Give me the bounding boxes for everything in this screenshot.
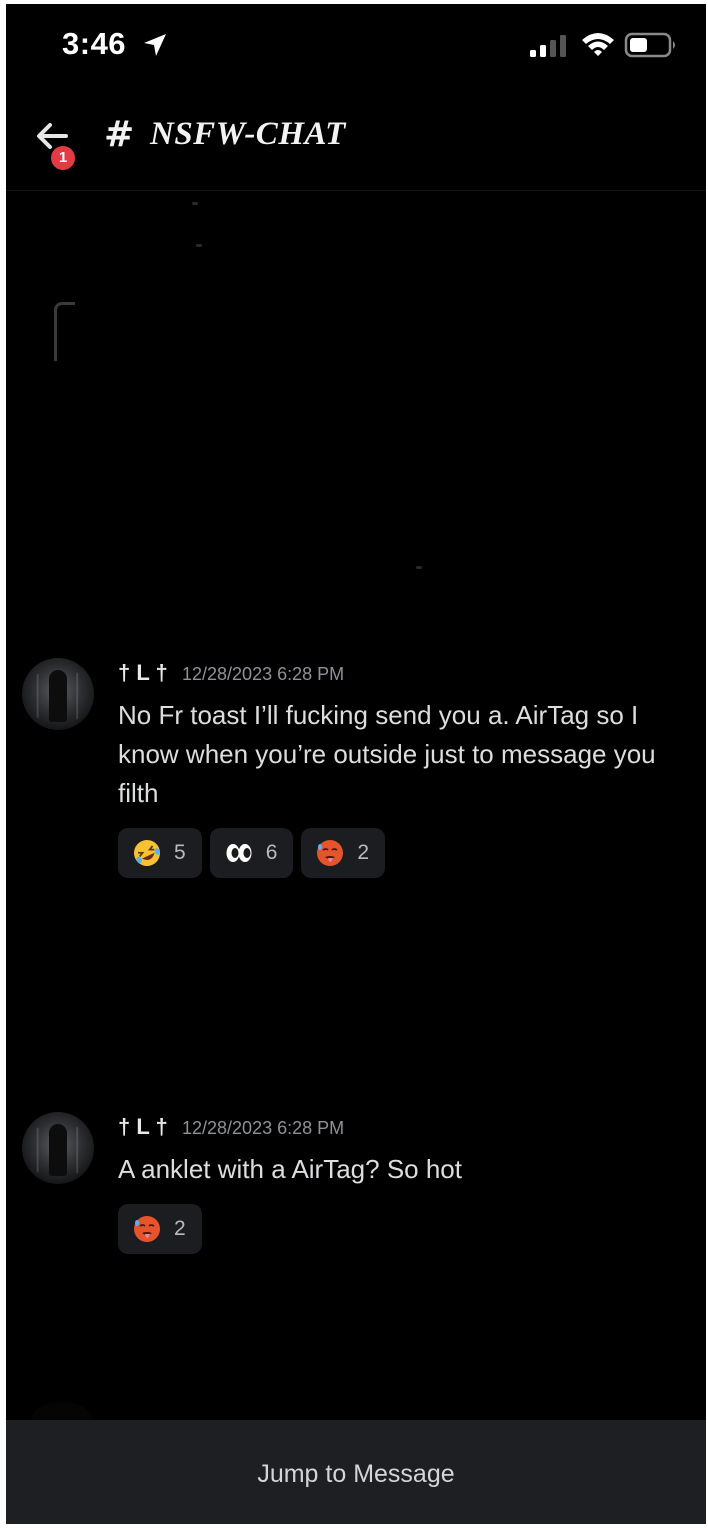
- channel-name[interactable]: NSFW-CHAT: [150, 116, 346, 153]
- reaction-count: 6: [265, 841, 278, 864]
- redacted-area-mark: [192, 202, 198, 205]
- channel-header: 1 # NSFW-CHAT: [6, 100, 706, 191]
- chat-screen: 3:46 1 # NSFW-CHAT † L † 12/28/2023 6:28…: [6, 4, 706, 1524]
- reaction-chip[interactable]: 2: [118, 1204, 202, 1254]
- message-timestamp: 12/28/2023 6:28 PM: [182, 1118, 345, 1138]
- reaction-count: 5: [174, 841, 186, 864]
- reaction-list: 2: [118, 1204, 202, 1254]
- battery-icon: [624, 32, 675, 58]
- chat-message[interactable]: † L † 12/28/2023 6:28 PM No Fr toast I’l…: [6, 658, 706, 888]
- reaction-count: 2: [174, 1217, 186, 1240]
- redacted-area-corner: [54, 302, 75, 361]
- reaction-chip[interactable]: 5: [118, 828, 202, 878]
- reaction-count: 2: [357, 841, 370, 864]
- status-bar: 3:46: [6, 4, 706, 90]
- avatar[interactable]: [22, 658, 94, 730]
- wifi-icon: [582, 33, 614, 56]
- message-text: A anklet with a AirTag? So hot: [118, 1154, 462, 1184]
- channel-hash-icon: #: [104, 114, 135, 155]
- notification-badge: 1: [48, 143, 78, 173]
- hot-face-icon: [134, 1216, 160, 1242]
- hot-face-icon: [317, 840, 344, 866]
- jump-to-message-button[interactable]: Jump to Message: [6, 1420, 706, 1524]
- message-author[interactable]: † L †: [118, 660, 168, 686]
- message-author[interactable]: † L †: [118, 1114, 168, 1140]
- message-text: No Fr toast I’ll fucking send you a. Air…: [118, 700, 656, 808]
- redacted-area-mark: [196, 244, 202, 247]
- status-time: 3:46: [62, 26, 127, 61]
- avatar[interactable]: [22, 1112, 94, 1184]
- reaction-chip[interactable]: 2: [301, 828, 386, 878]
- cellular-signal-icon: [530, 35, 566, 57]
- reaction-list: 5 6 2: [118, 828, 386, 878]
- reaction-chip[interactable]: 6: [209, 828, 294, 878]
- message-timestamp: 12/28/2023 6:28 PM: [182, 664, 345, 684]
- location-arrow-icon: [144, 34, 166, 56]
- chat-message[interactable]: † L † 12/28/2023 6:28 PM A anklet with a…: [6, 1112, 706, 1262]
- jump-to-message-label: Jump to Message: [257, 1459, 455, 1488]
- rolling-on-floor-laughing-icon: [134, 840, 161, 866]
- redacted-area-mark: [416, 566, 422, 569]
- eyes-icon: [226, 844, 252, 862]
